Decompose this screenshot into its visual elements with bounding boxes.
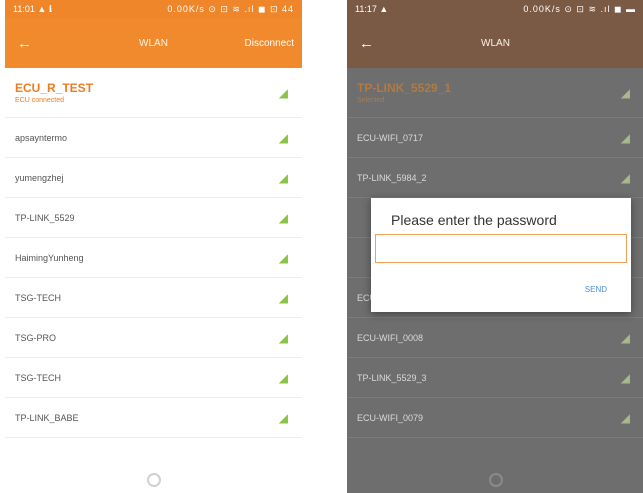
wifi-network-list: ECU_R_TEST ECU connected ◢ apsayntermo ◢ … <box>5 68 302 438</box>
wifi-ssid: apsayntermo <box>15 132 68 143</box>
wifi-ssid: ECU-WIFI_0079 <box>357 412 424 423</box>
wifi-ssid: TP-LINK_BABE <box>15 412 79 423</box>
status-time: 11:01 ▲ ℹ <box>13 3 53 14</box>
wifi-ssid: ECU-WIFI_0717 <box>357 132 424 143</box>
home-icon[interactable] <box>488 473 503 487</box>
wifi-signal-icon: ◢ <box>620 330 630 345</box>
wifi-signal-icon: ◢ <box>620 370 630 385</box>
home-icon[interactable] <box>146 473 161 487</box>
wifi-item[interactable]: HaimingYunheng ◢ <box>5 238 302 278</box>
wifi-item[interactable]: TP-LINK_5529 ◢ <box>5 198 302 238</box>
wifi-signal-icon: ◢ <box>278 410 288 425</box>
wifi-signal-icon: ◢ <box>620 130 630 145</box>
wifi-item-selected[interactable]: TP-LINK_5529_1 Selected ◢ <box>347 68 643 118</box>
disconnect-button[interactable]: Disconnect <box>245 38 294 49</box>
password-dialog: Please enter the password SEND <box>371 198 631 312</box>
app-bar: ← WLAN Disconnect <box>5 18 302 68</box>
wifi-ssid: TP-LINK_5529 <box>15 212 75 223</box>
status-bar: 11:17 ▲ 0.00K/s ⊙ ⊡ ≋ .ıl ◼ ▬ <box>347 0 643 18</box>
wifi-item[interactable]: TP-LINK_5984_2 ◢ <box>347 158 643 198</box>
page-title: WLAN <box>481 37 510 49</box>
phone-password-dialog: 11:17 ▲ 0.00K/s ⊙ ⊡ ≋ .ıl ◼ ▬ ← WLAN TP-… <box>347 0 643 493</box>
wifi-ssid: TSG-TECH <box>15 292 61 303</box>
wifi-signal-icon: ◢ <box>278 290 288 305</box>
ssid-block: TP-LINK_5529_1 Selected <box>357 81 451 104</box>
wifi-item[interactable]: apsayntermo ◢ <box>5 118 302 158</box>
wifi-signal-icon: ◢ <box>278 170 288 185</box>
wifi-signal-icon: ◢ <box>620 410 630 425</box>
password-input[interactable] <box>375 234 627 263</box>
wifi-ssid: TSG-TECH <box>15 372 61 383</box>
status-icons: 0.00K/s ⊙ ⊡ ≋ .ıl ◼ ⊡ 44 <box>167 3 294 14</box>
selection-status: Selected <box>357 97 385 104</box>
wifi-signal-icon: ◢ <box>278 250 288 265</box>
wifi-signal-icon: ◢ <box>620 85 630 100</box>
wifi-ssid: TP-LINK_5984_2 <box>357 172 427 183</box>
wifi-item[interactable]: ECU-WIFI_0717 ◢ <box>347 118 643 158</box>
wifi-item[interactable]: TP-LINK_5529_3 ◢ <box>347 358 643 398</box>
wifi-signal-icon: ◢ <box>278 210 288 225</box>
nav-bar <box>347 467 643 493</box>
wifi-signal-icon: ◢ <box>278 130 288 145</box>
wifi-signal-icon: ◢ <box>620 170 630 185</box>
wifi-item[interactable]: TSG-TECH ◢ <box>5 278 302 318</box>
phone-wlan-list: 11:01 ▲ ℹ 0.00K/s ⊙ ⊡ ≋ .ıl ◼ ⊡ 44 ← WLA… <box>5 0 302 493</box>
wifi-item[interactable]: yumengzhej ◢ <box>5 158 302 198</box>
status-time: 11:17 ▲ <box>355 4 389 14</box>
selected-ssid: TP-LINK_5529_1 <box>357 81 452 95</box>
wifi-item[interactable]: TP-LINK_BABE ◢ <box>5 398 302 438</box>
wifi-item-connected[interactable]: ECU_R_TEST ECU connected ◢ <box>5 68 302 118</box>
wifi-item[interactable]: TSG-PRO ◢ <box>5 318 302 358</box>
connected-ssid: ECU_R_TEST <box>15 81 94 95</box>
wifi-ssid: yumengzhej <box>15 172 64 183</box>
nav-bar <box>5 467 302 493</box>
back-arrow-icon[interactable]: ← <box>17 35 41 52</box>
wifi-signal-icon: ◢ <box>278 330 288 345</box>
wifi-ssid: HaimingYunheng <box>15 252 84 263</box>
ssid-block: ECU_R_TEST ECU connected <box>15 81 93 104</box>
wifi-item[interactable]: ECU-WIFI_0079 ◢ <box>347 398 643 438</box>
wifi-ssid: TSG-PRO <box>15 332 57 343</box>
dialog-title: Please enter the password <box>391 212 557 228</box>
wifi-ssid: TP-LINK_5529_3 <box>357 372 427 383</box>
app-bar: ← WLAN <box>347 18 643 68</box>
wifi-item[interactable]: TSG-TECH ◢ <box>5 358 302 398</box>
wifi-item[interactable]: ECU-WIFI_0008 ◢ <box>347 318 643 358</box>
send-button[interactable]: SEND <box>581 283 611 296</box>
connection-status: ECU connected <box>15 97 65 104</box>
wifi-signal-icon: ◢ <box>278 370 288 385</box>
back-arrow-icon[interactable]: ← <box>359 35 383 52</box>
status-bar: 11:01 ▲ ℹ 0.00K/s ⊙ ⊡ ≋ .ıl ◼ ⊡ 44 <box>5 0 302 18</box>
status-icons: 0.00K/s ⊙ ⊡ ≋ .ıl ◼ ▬ <box>523 3 636 14</box>
wifi-ssid: ECU-WIFI_0008 <box>357 332 424 343</box>
wifi-signal-icon: ◢ <box>278 85 288 100</box>
